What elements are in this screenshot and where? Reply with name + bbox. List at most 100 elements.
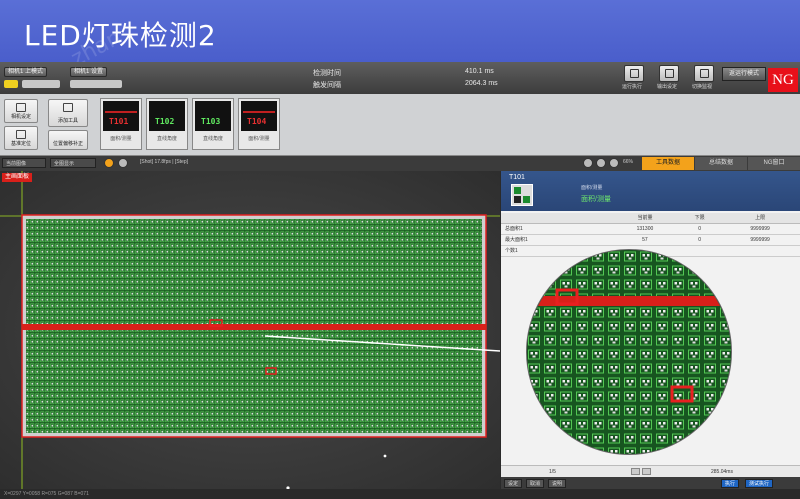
tool-tag: T101: [109, 117, 129, 126]
prev-page-button[interactable]: [631, 468, 640, 475]
fit-icon[interactable]: [104, 158, 114, 168]
column-header: 当前量: [610, 213, 680, 224]
row-value: 131300: [610, 223, 680, 235]
cancel-button[interactable]: 取消: [526, 479, 545, 488]
execute-button[interactable]: 执行: [721, 479, 740, 488]
wrench-icon: [63, 103, 73, 112]
zoom-in-icon[interactable]: [583, 158, 593, 168]
column-header: 下限: [679, 213, 721, 224]
button-label: 相机设定: [10, 114, 31, 120]
grid-toggle-icon[interactable]: [118, 158, 128, 168]
tool-tag: T104: [247, 117, 267, 126]
camera-indicator: [4, 80, 18, 88]
magnified-pcb: [527, 250, 731, 454]
camera-icon: [16, 103, 26, 112]
row-name: 总面积1: [501, 223, 611, 235]
status-bar: X=0297 Y=0058 R=075 G=087 B=071: [0, 489, 500, 499]
tool-preview: [195, 101, 231, 131]
tool-name: 面积/测量: [581, 196, 611, 203]
button-label: 添加工具: [57, 118, 78, 124]
output-settings-button[interactable]: [659, 65, 679, 82]
table-row[interactable]: 总面积1 131300 0 9999999: [501, 223, 800, 235]
tool-tag: T103: [201, 117, 221, 126]
monitor-icon: [700, 69, 709, 78]
table-header: 当前量 下限 上限: [501, 213, 800, 224]
detect-time-label: 检测时间: [313, 70, 341, 77]
result-table: 当前量 下限 上限 总面积1 131300 0 9999999 最大面积1 57…: [501, 213, 800, 257]
tool-id: T101: [509, 174, 525, 181]
page-title: LED灯珠检测2: [24, 19, 217, 52]
tool-caption: 面积/测量: [248, 136, 270, 142]
tool-preview: [241, 101, 277, 131]
tab-tool-data[interactable]: 工具数据: [642, 157, 694, 170]
image-label: 主画面板: [2, 173, 33, 182]
button-label: 基准定位: [10, 141, 31, 147]
run-tool-button[interactable]: [624, 65, 644, 82]
inspection-image[interactable]: 主画面板: [0, 171, 500, 489]
tab-ng-window[interactable]: NG窗口: [748, 157, 800, 170]
detect-time-value: 410.1 ms: [465, 68, 494, 75]
house-icon: [630, 69, 639, 78]
tool-tag: T102: [155, 117, 175, 126]
switch-monitor-label: 切换监视: [692, 84, 713, 90]
row-name: 最大面积1: [501, 234, 611, 246]
camera-indicator: [22, 80, 60, 88]
tool-tile-t101[interactable]: T101 面积/测量: [100, 98, 142, 150]
row-lower: 0: [679, 223, 721, 235]
reference-position-button[interactable]: 基准定位: [4, 126, 38, 150]
tab-summary-data[interactable]: 总结数据: [695, 157, 747, 170]
run-mode-button[interactable]: 返运行模式: [722, 67, 766, 81]
zoom-out-icon[interactable]: [596, 158, 606, 168]
settings-button[interactable]: 设定: [504, 479, 523, 488]
magnified-view: [526, 249, 732, 455]
test-execute-button[interactable]: 测试执行: [745, 479, 774, 488]
display-mode-select[interactable]: 全图显示: [50, 158, 96, 168]
row-upper: 9999999: [720, 223, 800, 235]
add-tool-button[interactable]: 添加工具: [48, 99, 88, 127]
fps-info: [Shot] 17.8fps | [Step]: [140, 159, 188, 165]
column-header: [501, 213, 611, 224]
run-tool-label: 运行执行: [622, 84, 643, 90]
defect-bar: [105, 111, 137, 113]
pcb-board: [0, 171, 500, 489]
tool-category: 面积/测量: [581, 185, 603, 191]
tool-tile-t102[interactable]: T102 直线角度: [146, 98, 188, 150]
help-button[interactable]: 说明: [548, 479, 567, 488]
tool-preview: [103, 101, 139, 131]
app-header: 相机1 上模式 相机1 设置 检测时间 410.1 ms 触发间隔 2064.3…: [0, 62, 800, 94]
trigger-interval-value: 2064.3 ms: [465, 80, 498, 87]
panel-footer: 1/5 285.04ms: [501, 465, 800, 477]
tool-caption: 直线角度: [202, 136, 223, 142]
panel-actions: 设定 取消 说明 执行 测试执行: [501, 477, 800, 489]
camera-mode-button[interactable]: 相机1 上模式: [4, 67, 48, 77]
button-label: 位置偏移补正: [52, 141, 83, 147]
ng-badge: NG: [768, 68, 798, 92]
zoom-fit-icon[interactable]: [609, 158, 619, 168]
tool-tile-t103[interactable]: T103 直线角度: [192, 98, 234, 150]
tool-caption: 直线角度: [156, 136, 177, 142]
tool-preview: [149, 101, 185, 131]
defect-bar: [243, 111, 275, 113]
table-row[interactable]: 最大面积1 57 0 9999999: [501, 234, 800, 246]
camera-setup-button[interactable]: 相机设定: [4, 99, 38, 123]
image-source-select[interactable]: 当前图像: [2, 158, 46, 168]
tool-tile-t104[interactable]: T104 面积/测量: [238, 98, 280, 150]
output-settings-label: 输出设定: [657, 84, 678, 90]
camera-settings-button[interactable]: 相机1 设置: [70, 67, 108, 77]
title-banner: LED灯珠检测2: [0, 0, 800, 62]
grid-icon: [16, 130, 26, 139]
offset-correction-button[interactable]: 位置偏移补正: [48, 130, 88, 150]
row-upper: 9999999: [720, 234, 800, 246]
tool-data-panel: T101 面积/测量 面积/测量 当前量 下限 上限 总面积1 131300 0…: [501, 171, 800, 489]
tool-header: T101 面积/测量 面积/测量: [501, 171, 800, 211]
next-page-button[interactable]: [642, 468, 651, 475]
row-lower: 0: [679, 234, 721, 246]
tool-caption: 面积/测量: [110, 136, 132, 142]
row-value: 57: [610, 234, 680, 246]
trigger-interval-label: 触发间隔: [313, 82, 341, 89]
page-indicator: 1/5: [549, 469, 556, 475]
column-header: 上限: [720, 213, 800, 224]
row-lower: [679, 245, 721, 257]
switch-monitor-button[interactable]: [694, 65, 714, 82]
area-tool-icon: [511, 184, 533, 206]
